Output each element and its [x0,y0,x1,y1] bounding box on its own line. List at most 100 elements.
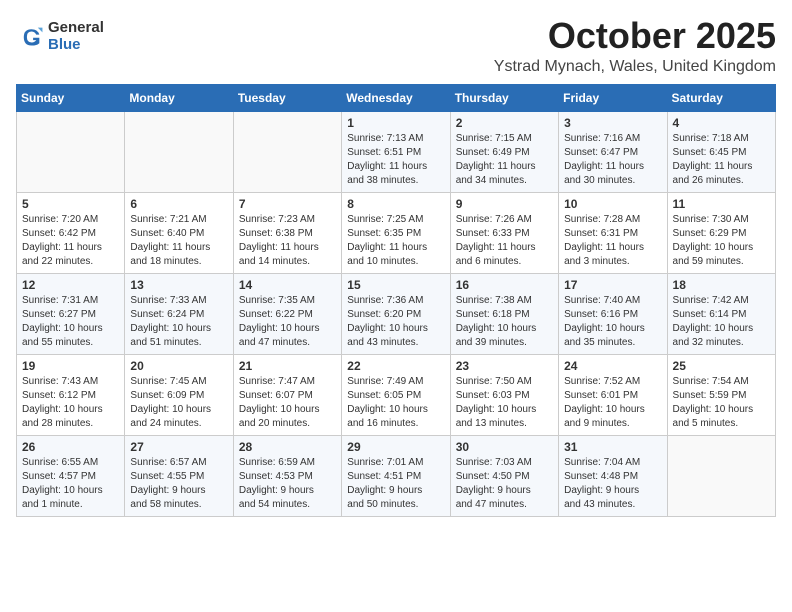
logo-general-text: General [48,20,104,37]
day-number: 23 [456,359,553,373]
logo-blue-text: Blue [48,37,104,54]
day-info: Sunrise: 6:59 AM Sunset: 4:53 PM Dayligh… [239,456,336,512]
day-number: 31 [564,440,661,454]
day-number: 13 [130,278,227,292]
day-info: Sunrise: 7:35 AM Sunset: 6:22 PM Dayligh… [239,294,336,350]
day-number: 20 [130,359,227,373]
calendar-cell: 10 Sunrise: 7:28 AM Sunset: 6:31 PM Dayli… [559,192,667,273]
calendar-cell: 30 Sunrise: 7:03 AM Sunset: 4:50 PM Dayli… [450,435,558,516]
day-info: Sunrise: 7:18 AM Sunset: 6:45 PM Dayligh… [673,132,770,188]
day-info: Sunrise: 7:13 AM Sunset: 6:51 PM Dayligh… [347,132,444,188]
day-info: Sunrise: 7:47 AM Sunset: 6:07 PM Dayligh… [239,375,336,431]
col-monday: Monday [125,84,233,111]
col-wednesday: Wednesday [342,84,450,111]
day-info: Sunrise: 6:57 AM Sunset: 4:55 PM Dayligh… [130,456,227,512]
calendar-cell: 20 Sunrise: 7:45 AM Sunset: 6:09 PM Dayli… [125,354,233,435]
day-info: Sunrise: 7:33 AM Sunset: 6:24 PM Dayligh… [130,294,227,350]
calendar-cell: 5Sunrise: 7:20 AM Sunset: 6:42 PM Daylig… [17,192,125,273]
title-block: October 2025 Ystrad Mynach, Wales, Unite… [494,16,776,76]
day-number: 21 [239,359,336,373]
day-info: Sunrise: 7:23 AM Sunset: 6:38 PM Dayligh… [239,213,336,269]
day-info: Sunrise: 7:40 AM Sunset: 6:16 PM Dayligh… [564,294,661,350]
day-info: Sunrise: 7:16 AM Sunset: 6:47 PM Dayligh… [564,132,661,188]
col-thursday: Thursday [450,84,558,111]
calendar-cell: 13 Sunrise: 7:33 AM Sunset: 6:24 PM Dayli… [125,273,233,354]
calendar-week-2: 5Sunrise: 7:20 AM Sunset: 6:42 PM Daylig… [17,192,776,273]
calendar-cell: 3 Sunrise: 7:16 AM Sunset: 6:47 PM Daylig… [559,111,667,192]
day-info: Sunrise: 7:42 AM Sunset: 6:14 PM Dayligh… [673,294,770,350]
day-number: 22 [347,359,444,373]
day-info: Sunrise: 7:36 AM Sunset: 6:20 PM Dayligh… [347,294,444,350]
calendar-cell: 19Sunrise: 7:43 AM Sunset: 6:12 PM Dayli… [17,354,125,435]
day-number: 18 [673,278,770,292]
day-number: 25 [673,359,770,373]
col-sunday: Sunday [17,84,125,111]
day-info: Sunrise: 7:38 AM Sunset: 6:18 PM Dayligh… [456,294,553,350]
day-number: 15 [347,278,444,292]
day-number: 3 [564,116,661,130]
day-info: Sunrise: 7:31 AM Sunset: 6:27 PM Dayligh… [22,294,119,350]
header: General Blue October 2025 Ystrad Mynach,… [16,16,776,76]
day-info: Sunrise: 7:54 AM Sunset: 5:59 PM Dayligh… [673,375,770,431]
calendar-cell: 26Sunrise: 6:55 AM Sunset: 4:57 PM Dayli… [17,435,125,516]
day-number: 8 [347,197,444,211]
logo-text: General Blue [48,20,104,53]
calendar-week-4: 19Sunrise: 7:43 AM Sunset: 6:12 PM Dayli… [17,354,776,435]
day-info: Sunrise: 7:21 AM Sunset: 6:40 PM Dayligh… [130,213,227,269]
day-number: 11 [673,197,770,211]
calendar-cell: 2Sunrise: 7:15 AM Sunset: 6:49 PM Daylig… [450,111,558,192]
calendar-cell: 18 Sunrise: 7:42 AM Sunset: 6:14 PM Dayli… [667,273,775,354]
calendar-week-1: 1 Sunrise: 7:13 AM Sunset: 6:51 PM Daylig… [17,111,776,192]
calendar-cell [17,111,125,192]
day-info: Sunrise: 7:52 AM Sunset: 6:01 PM Dayligh… [564,375,661,431]
calendar-cell: 11 Sunrise: 7:30 AM Sunset: 6:29 PM Dayli… [667,192,775,273]
day-number: 7 [239,197,336,211]
day-number: 27 [130,440,227,454]
subtitle: Ystrad Mynach, Wales, United Kingdom [494,58,776,76]
calendar-cell: 21 Sunrise: 7:47 AM Sunset: 6:07 PM Dayli… [233,354,341,435]
day-info: Sunrise: 7:28 AM Sunset: 6:31 PM Dayligh… [564,213,661,269]
calendar-cell [233,111,341,192]
day-info: Sunrise: 7:43 AM Sunset: 6:12 PM Dayligh… [22,375,119,431]
col-tuesday: Tuesday [233,84,341,111]
calendar-cell: 22 Sunrise: 7:49 AM Sunset: 6:05 PM Dayli… [342,354,450,435]
day-number: 1 [347,116,444,130]
day-number: 26 [22,440,119,454]
day-number: 9 [456,197,553,211]
calendar-cell: 15 Sunrise: 7:36 AM Sunset: 6:20 PM Dayli… [342,273,450,354]
header-row: Sunday Monday Tuesday Wednesday Thursday… [17,84,776,111]
calendar-cell: 29 Sunrise: 7:01 AM Sunset: 4:51 PM Dayli… [342,435,450,516]
day-info: Sunrise: 7:01 AM Sunset: 4:51 PM Dayligh… [347,456,444,512]
day-number: 12 [22,278,119,292]
day-number: 16 [456,278,553,292]
day-info: Sunrise: 7:50 AM Sunset: 6:03 PM Dayligh… [456,375,553,431]
calendar-cell: 12 Sunrise: 7:31 AM Sunset: 6:27 PM Dayli… [17,273,125,354]
day-number: 5 [22,197,119,211]
calendar-cell: 25 Sunrise: 7:54 AM Sunset: 5:59 PM Dayli… [667,354,775,435]
day-number: 4 [673,116,770,130]
calendar-cell: 27 Sunrise: 6:57 AM Sunset: 4:55 PM Dayli… [125,435,233,516]
day-number: 14 [239,278,336,292]
day-info: Sunrise: 7:25 AM Sunset: 6:35 PM Dayligh… [347,213,444,269]
day-number: 10 [564,197,661,211]
day-info: Sunrise: 7:15 AM Sunset: 6:49 PM Dayligh… [456,132,553,188]
calendar-week-5: 26Sunrise: 6:55 AM Sunset: 4:57 PM Dayli… [17,435,776,516]
col-saturday: Saturday [667,84,775,111]
calendar-cell [667,435,775,516]
calendar-cell: 4 Sunrise: 7:18 AM Sunset: 6:45 PM Daylig… [667,111,775,192]
day-number: 30 [456,440,553,454]
calendar-table: Sunday Monday Tuesday Wednesday Thursday… [16,84,776,517]
page-container: General Blue October 2025 Ystrad Mynach,… [0,0,792,527]
calendar-cell: 31Sunrise: 7:04 AM Sunset: 4:48 PM Dayli… [559,435,667,516]
day-number: 17 [564,278,661,292]
day-info: Sunrise: 7:30 AM Sunset: 6:29 PM Dayligh… [673,213,770,269]
day-number: 29 [347,440,444,454]
day-info: Sunrise: 7:26 AM Sunset: 6:33 PM Dayligh… [456,213,553,269]
day-info: Sunrise: 7:03 AM Sunset: 4:50 PM Dayligh… [456,456,553,512]
calendar-cell: 28Sunrise: 6:59 AM Sunset: 4:53 PM Dayli… [233,435,341,516]
calendar-cell: 8 Sunrise: 7:25 AM Sunset: 6:35 PM Daylig… [342,192,450,273]
calendar-week-3: 12 Sunrise: 7:31 AM Sunset: 6:27 PM Dayli… [17,273,776,354]
day-info: Sunrise: 7:49 AM Sunset: 6:05 PM Dayligh… [347,375,444,431]
month-title: October 2025 [494,16,776,56]
day-info: Sunrise: 7:45 AM Sunset: 6:09 PM Dayligh… [130,375,227,431]
